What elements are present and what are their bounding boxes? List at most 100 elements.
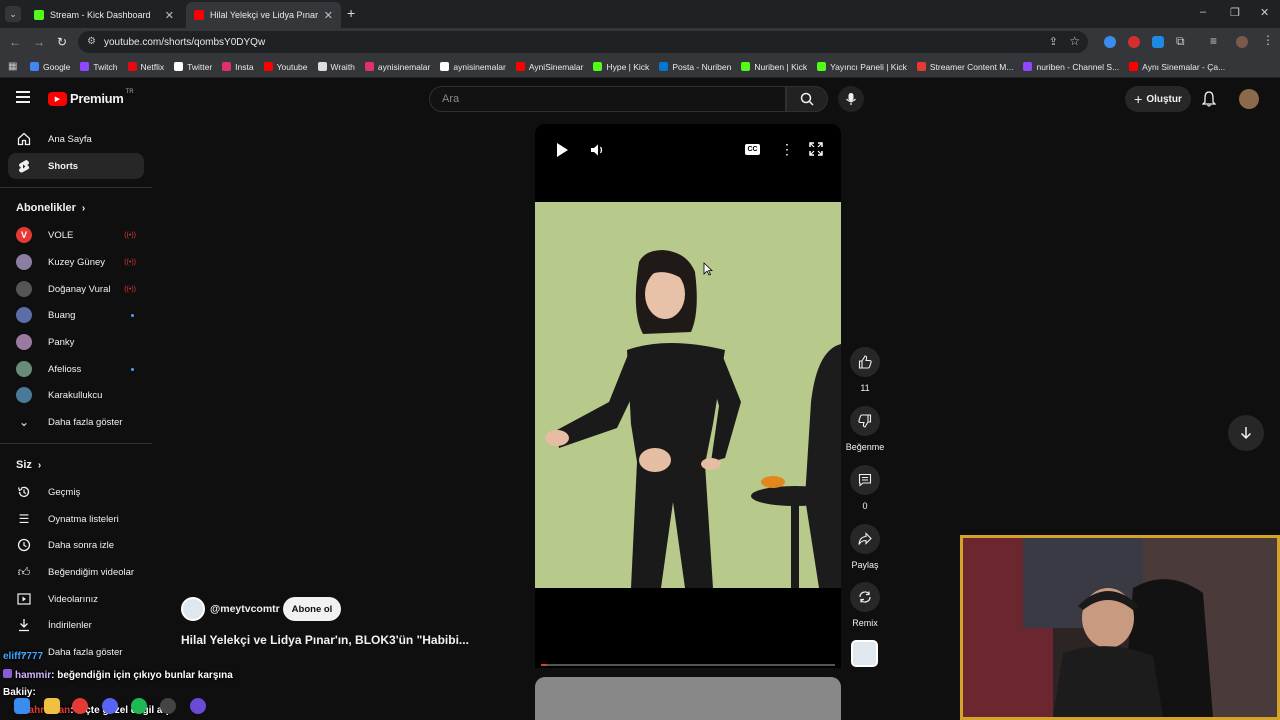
kick-icon <box>34 10 44 20</box>
bookmark-item[interactable]: Twitter <box>174 62 212 72</box>
sidebar-item-kuzey-guney[interactable]: Kuzey Güney ((•)) <box>8 249 144 275</box>
subscribe-button[interactable]: Abone ol <box>283 597 341 621</box>
sidebar-item-vole[interactable]: V VOLE ((•)) <box>8 222 144 248</box>
you-heading[interactable]: Siz › <box>16 459 41 471</box>
address-bar[interactable]: ⚙ youtube.com/shorts/qombsY0DYQw ⇪ ☆ <box>78 31 1088 53</box>
thumbs-up-icon[interactable] <box>850 347 880 377</box>
bookmark-item[interactable]: Twitch <box>80 62 118 72</box>
thumbs-down-icon[interactable] <box>850 406 880 436</box>
windows-start-icon[interactable] <box>14 698 30 714</box>
apps-grid-icon[interactable]: ▦ <box>8 61 17 72</box>
account-avatar[interactable] <box>1239 89 1259 109</box>
browser-tab-kick-dashboard[interactable]: Stream - Kick Dashboard ✕ <box>26 2 182 28</box>
sidebar-item-doganay-vural[interactable]: Doğanay Vural ((•)) <box>8 276 144 302</box>
sidebar-item-playlists[interactable]: ☰ Oynatma listeleri <box>8 506 144 532</box>
bookmark-item[interactable]: AyniSinemalar <box>515 62 583 72</box>
sidebar-item-liked-videos[interactable]: 👍︎ Beğendiğim videolar <box>8 559 144 585</box>
sidebar-item-history[interactable]: Geçmiş <box>8 479 144 505</box>
dislike-action[interactable]: Beğenme <box>843 406 887 452</box>
bookmark-item[interactable]: nuriben - Channel S... <box>1023 62 1119 72</box>
remix-action[interactable]: Remix <box>843 582 887 628</box>
extension-red-icon[interactable] <box>1128 36 1140 48</box>
sidebar-item-panky[interactable]: Panky <box>8 329 144 355</box>
bookmark-item[interactable]: Wraith <box>317 62 355 72</box>
comment-icon[interactable] <box>850 465 880 495</box>
comments-action[interactable]: 0 <box>843 465 887 511</box>
spotify-icon[interactable] <box>131 698 147 714</box>
extensions-puzzle-icon[interactable]: ⧉ <box>1176 34 1185 49</box>
sidebar-item-buang[interactable]: Buang <box>8 302 144 328</box>
search-button[interactable] <box>786 86 828 112</box>
next-short-button[interactable] <box>1228 415 1264 451</box>
sidebar-item-downloads[interactable]: İndirilenler <box>8 612 144 638</box>
bookmark-item[interactable]: Nuriben | Kick <box>741 62 807 72</box>
forward-icon[interactable]: → <box>33 35 45 49</box>
tab-search-button[interactable]: ⌄ <box>5 6 21 22</box>
share-icon[interactable] <box>850 524 880 554</box>
channel-name[interactable]: @meytvcomtr <box>210 603 280 615</box>
more-options-icon[interactable]: ⋮ <box>780 141 794 158</box>
bookmark-item[interactable]: Insta <box>222 62 254 72</box>
chrome-icon[interactable] <box>72 698 88 714</box>
extension-shield-icon[interactable] <box>1152 36 1164 48</box>
close-tab-icon[interactable]: ✕ <box>165 9 174 22</box>
video-progress-bar[interactable] <box>541 664 835 666</box>
sidebar-item-your-videos[interactable]: Videolarınız <box>8 586 144 612</box>
bookmark-item[interactable]: aynisinemalar <box>364 62 430 72</box>
like-action[interactable]: 11 <box>843 347 887 393</box>
back-icon[interactable]: ← <box>9 35 21 49</box>
search-input[interactable]: Ara <box>429 86 786 112</box>
bookmark-item[interactable]: aynisinemalar <box>440 62 506 72</box>
profile-avatar-icon[interactable] <box>1236 36 1248 48</box>
bookmark-item[interactable]: Netflix <box>127 62 164 72</box>
next-short-preview[interactable] <box>535 677 841 720</box>
sidebar-item-show-more-subs[interactable]: ⌄ Daha fazla göster <box>8 409 144 435</box>
media-controls-icon[interactable]: ≡ <box>1210 34 1217 48</box>
sidebar-item-karakullukcu[interactable]: Karakullukcu <box>8 382 144 408</box>
bookmark-item[interactable]: Streamer Content M... <box>916 62 1013 72</box>
install-icon[interactable]: ⇪ <box>1049 35 1058 48</box>
site-info-icon[interactable]: ⚙ <box>87 36 96 47</box>
close-tab-icon[interactable]: ✕ <box>324 9 333 22</box>
bookmark-item[interactable]: Aynı Sinemalar - Ça... <box>1129 62 1225 72</box>
share-action[interactable]: Paylaş <box>843 524 887 570</box>
browser-menu-icon[interactable]: ⋮ <box>1262 33 1274 47</box>
bookmark-item[interactable]: Hype | Kick <box>593 62 649 72</box>
bookmark-item[interactable]: Yayıncı Paneli | Kick <box>817 62 907 72</box>
minimize-icon[interactable]: – <box>1200 6 1206 18</box>
file-explorer-icon[interactable] <box>44 698 60 714</box>
youtube-premium-logo[interactable]: ▶ Premium TR <box>48 89 134 106</box>
bookmark-item[interactable]: Posta - Nuriben <box>659 62 731 72</box>
sidebar-item-afelioss[interactable]: Afelioss <box>8 356 144 382</box>
browser-tab-youtube-short[interactable]: Hilal Yelekçi ve Lidya Pınar'ın, Bl ✕ <box>186 2 341 28</box>
fullscreen-icon[interactable] <box>809 142 823 161</box>
shorts-player[interactable]: CC ⋮ <box>535 124 841 668</box>
sidebar-item-watch-later[interactable]: Daha sonra izle <box>8 532 144 558</box>
play-button[interactable] <box>555 142 569 163</box>
volume-button[interactable] <box>590 143 606 162</box>
sidebar-item-shorts[interactable]: Shorts <box>8 153 144 179</box>
remix-icon[interactable] <box>850 582 880 612</box>
channel-avatar[interactable] <box>181 597 205 621</box>
discord-icon[interactable] <box>102 698 118 714</box>
captions-icon[interactable]: CC <box>745 144 760 155</box>
obs-icon[interactable] <box>160 698 176 714</box>
voice-search-button[interactable] <box>838 86 864 112</box>
sidebar-item-home[interactable]: Ana Sayfa <box>8 126 144 152</box>
create-button[interactable]: + Oluştur <box>1125 86 1191 112</box>
notifications-bell-icon[interactable] <box>1201 91 1217 112</box>
close-window-icon[interactable]: ✕ <box>1260 6 1269 19</box>
menu-hamburger-icon[interactable] <box>16 91 30 103</box>
subscriptions-heading[interactable]: Abonelikler › <box>16 202 85 214</box>
bookmark-item[interactable]: Youtube <box>263 62 308 72</box>
reload-icon[interactable]: ↻ <box>57 35 67 49</box>
maximize-icon[interactable]: ❐ <box>1230 6 1240 19</box>
short-title[interactable]: Hilal Yelekçi ve Lidya Pınar'ın, BLOK3'ü… <box>181 633 469 647</box>
media-player-icon[interactable] <box>190 698 206 714</box>
extension-blue-icon[interactable] <box>1104 36 1116 48</box>
video-frame[interactable] <box>535 202 841 588</box>
bookmark-star-icon[interactable]: ☆ <box>1069 34 1080 48</box>
audio-source-thumbnail[interactable] <box>851 640 878 667</box>
new-tab-button[interactable]: + <box>347 5 355 21</box>
bookmark-item[interactable]: Google <box>30 62 70 72</box>
